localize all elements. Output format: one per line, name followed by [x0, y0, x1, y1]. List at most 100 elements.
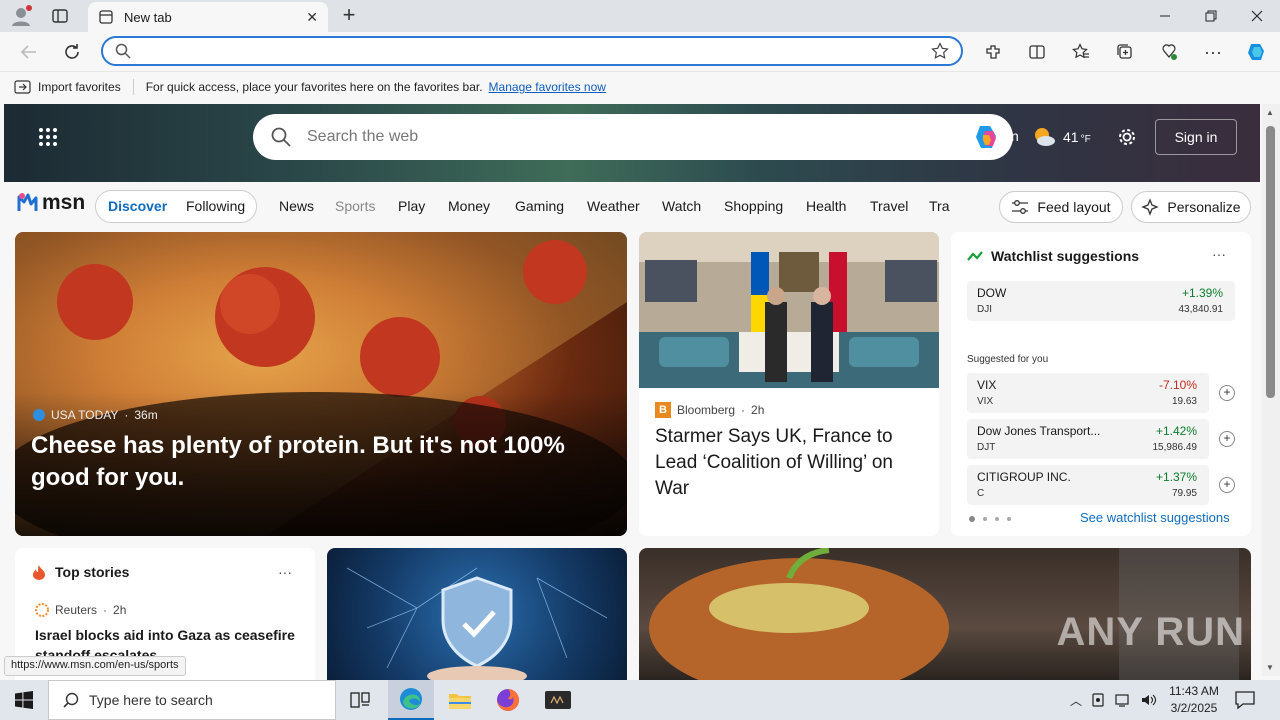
stock-name: DOW — [977, 286, 1007, 300]
weather-cloud-sun-icon[interactable] — [1032, 126, 1056, 148]
add-to-watchlist-icon[interactable]: + — [1219, 431, 1235, 447]
nav-weather[interactable]: Weather — [587, 198, 640, 214]
app-taskbar-icon[interactable] — [536, 680, 580, 720]
nav-sports[interactable]: Sports — [335, 198, 375, 214]
watchlist-row-vix[interactable]: VIX VIX -7.10% 19.63 + — [967, 373, 1235, 413]
watchlist-more-icon[interactable]: ··· — [1212, 246, 1226, 262]
title-bar: New tab ✕ + — [0, 0, 1280, 32]
manage-favorites-link[interactable]: Manage favorites now — [489, 80, 606, 94]
msn-search-box[interactable]: Search the web — [253, 114, 1013, 160]
refresh-button[interactable] — [57, 37, 87, 67]
see-watchlist-link[interactable]: See watchlist suggestions — [1080, 510, 1230, 525]
feed-layout-button[interactable]: Feed layout — [999, 191, 1123, 223]
scroll-down-arrow-icon[interactable]: ▼ — [1266, 663, 1274, 672]
security-image-card[interactable] — [327, 548, 627, 680]
feed-layout-label: Feed layout — [1037, 199, 1111, 215]
minimize-button[interactable] — [1142, 0, 1188, 32]
favorites-icon[interactable] — [1066, 37, 1096, 67]
address-input[interactable] — [141, 43, 931, 59]
top-stories-more-icon[interactable]: ··· — [278, 564, 292, 580]
start-button[interactable] — [0, 680, 48, 720]
volume-icon[interactable] — [1140, 692, 1158, 708]
scroll-up-arrow-icon[interactable]: ▲ — [1266, 108, 1274, 117]
hero-headline[interactable]: Cheese has plenty of protein. But it's n… — [31, 430, 621, 494]
tab-new-tab[interactable]: New tab ✕ — [88, 2, 328, 32]
sign-in-button[interactable]: Sign in — [1155, 119, 1237, 155]
collections-icon[interactable] — [1110, 37, 1140, 67]
watchlist-title: Watchlist suggestions — [991, 248, 1140, 264]
nav-watch[interactable]: Watch — [662, 198, 701, 214]
settings-gear-icon[interactable] — [1116, 126, 1138, 148]
hero-age: 36m — [134, 408, 158, 422]
show-hidden-icons-chevron-icon[interactable]: ︿ — [1070, 692, 1082, 709]
network-icon[interactable] — [1114, 692, 1132, 708]
notifications-icon[interactable] — [1234, 690, 1258, 712]
tab-actions-icon[interactable] — [50, 6, 70, 26]
close-window-button[interactable] — [1234, 0, 1280, 32]
taskbar-search-box[interactable]: Type here to search — [48, 680, 336, 720]
import-favorites-icon[interactable] — [14, 79, 32, 95]
device-icon[interactable] — [1090, 692, 1106, 708]
address-bar[interactable] — [101, 36, 963, 66]
watchlist-row-djt[interactable]: Dow Jones Transport... DJT +1.42% 15,986… — [967, 419, 1235, 459]
close-tab-icon[interactable]: ✕ — [306, 9, 318, 26]
msn-logo-text: msn — [42, 191, 86, 214]
new-tab-button[interactable]: + — [338, 4, 360, 28]
personalize-button[interactable]: Personalize — [1131, 191, 1251, 223]
add-to-watchlist-icon[interactable]: + — [1219, 477, 1235, 493]
tab-title: New tab — [124, 9, 172, 25]
extensions-icon[interactable] — [978, 37, 1008, 67]
copilot-icon[interactable] — [973, 123, 1001, 151]
stock-name: Dow Jones Transport... — [977, 424, 1101, 438]
stock-ticker: VIX — [977, 396, 994, 407]
temperature-value: 41 — [1063, 129, 1079, 145]
split-screen-icon[interactable] — [1022, 37, 1052, 67]
favorite-star-icon[interactable] — [931, 42, 949, 60]
profile-icon[interactable] — [8, 4, 34, 28]
task-view-icon[interactable] — [340, 680, 380, 720]
story2-source: Bloomberg — [677, 403, 736, 417]
file-explorer-icon[interactable] — [440, 680, 480, 720]
stock-ticker: DJT — [977, 442, 996, 453]
browser-essentials-icon[interactable] — [1154, 37, 1184, 67]
tab-discover[interactable]: Discover — [108, 198, 167, 214]
reuters-logo-icon — [35, 603, 49, 617]
stock-price: 15,986.49 — [1152, 442, 1198, 453]
nav-truncated[interactable]: Tra — [929, 198, 950, 214]
watchlist-pagination-dots[interactable] — [969, 516, 1011, 522]
scrollbar-thumb[interactable] — [1266, 126, 1275, 398]
import-favorites-label[interactable]: Import favorites — [38, 80, 121, 94]
apps-grid-icon[interactable] — [38, 127, 58, 147]
nav-money[interactable]: Money — [448, 198, 490, 214]
temperature[interactable]: 41 °F — [1063, 129, 1091, 145]
msn-logo[interactable]: msn — [16, 191, 85, 215]
story-card[interactable]: B Bloomberg · 2h Starmer Says UK, France… — [639, 232, 939, 536]
more-menu-icon[interactable]: ··· — [1198, 37, 1228, 67]
bloomberg-logo-icon: B — [655, 402, 671, 418]
taskbar-search-placeholder: Type here to search — [89, 692, 213, 708]
nav-gaming[interactable]: Gaming — [515, 198, 564, 214]
favorites-divider — [132, 79, 134, 95]
clock[interactable]: 11:43 AM 3/2/2025 — [1166, 683, 1222, 717]
add-to-watchlist-icon[interactable]: + — [1219, 385, 1235, 401]
nav-shopping[interactable]: Shopping — [724, 198, 783, 214]
tab-following[interactable]: Following — [186, 198, 245, 214]
fire-icon — [33, 565, 45, 580]
food-image-card[interactable]: ANY RUN — [639, 548, 1251, 680]
back-button[interactable] — [14, 37, 44, 67]
nav-travel[interactable]: Travel — [870, 198, 908, 214]
firefox-icon[interactable] — [488, 680, 528, 720]
nav-health[interactable]: Health — [806, 198, 846, 214]
edge-taskbar-icon[interactable] — [388, 680, 434, 720]
hero-card[interactable]: USA TODAY · 36m Cheese has plenty of pro… — [15, 232, 627, 536]
page-scrollbar[interactable]: ▲ ▼ — [1262, 104, 1280, 676]
story2-headline[interactable]: Starmer Says UK, France to Lead ‘Coaliti… — [655, 424, 927, 502]
watchlist-row-citi[interactable]: CITIGROUP INC. C +1.37% 79.95 + — [967, 465, 1235, 505]
nav-play[interactable]: Play — [398, 198, 425, 214]
watchlist-row-dow[interactable]: DOW DJI +1.39% 43,840.91 — [967, 281, 1235, 321]
nav-news[interactable]: News — [279, 198, 314, 214]
stock-price: 19.63 — [1171, 396, 1197, 407]
copilot-icon[interactable] — [1242, 37, 1272, 67]
msn-butterfly-icon — [17, 193, 38, 211]
restore-button[interactable] — [1188, 0, 1234, 32]
